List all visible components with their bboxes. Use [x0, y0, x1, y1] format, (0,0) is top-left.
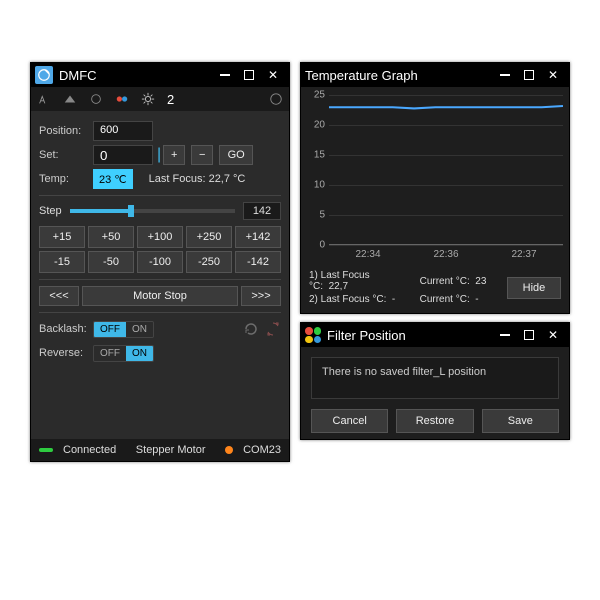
toolbar-count: 2	[167, 92, 174, 107]
close-button[interactable]	[541, 66, 565, 84]
backlash-on[interactable]: ON	[126, 322, 153, 337]
connected-led-icon	[39, 448, 53, 452]
maximize-button[interactable]	[517, 66, 541, 84]
x-tick-label: 22:36	[433, 249, 458, 260]
backlash-toggle[interactable]: OFF ON	[93, 321, 154, 338]
close-button[interactable]	[261, 66, 285, 84]
step-button-grid: +15+50+100+250+142 -15-50-100-250-142	[39, 226, 281, 273]
minimize-button[interactable]	[493, 66, 517, 84]
status-motor: Stepper Motor	[126, 444, 215, 456]
titlebar[interactable]: DMFC	[31, 63, 289, 87]
info-icon[interactable]	[269, 92, 283, 106]
reverse-on[interactable]: ON	[126, 346, 153, 361]
restore-button[interactable]: Restore	[396, 409, 473, 433]
step-button[interactable]: -15	[39, 251, 85, 273]
link-icon[interactable]	[115, 92, 129, 106]
maximize-button[interactable]	[517, 326, 541, 344]
toolbar: 2	[31, 87, 289, 111]
temperature-graph-window: Temperature Graph 0510152025 22:3422:362…	[300, 62, 570, 314]
temperature-chart: 0510152025	[329, 95, 563, 245]
lf2-value: -	[392, 294, 395, 305]
step-label: Step	[39, 205, 62, 217]
forward-button[interactable]: >>>	[241, 286, 281, 306]
message-box: There is no saved filter_L position	[311, 357, 559, 399]
sync-icon[interactable]	[265, 321, 281, 337]
lf1-value: 22,7	[329, 281, 348, 292]
motor-stop-button[interactable]: Motor Stop	[82, 286, 238, 306]
y-tick-label: 25	[314, 90, 325, 101]
step-button[interactable]: +142	[235, 226, 281, 248]
x-tick-label: 22:34	[355, 249, 380, 260]
step-button[interactable]: -50	[88, 251, 134, 273]
step-slider[interactable]	[70, 209, 235, 213]
y-tick-label: 0	[319, 240, 325, 251]
y-tick-label: 5	[319, 210, 325, 221]
cur2-value: -	[475, 294, 478, 305]
step-button[interactable]: -100	[137, 251, 183, 273]
window-title: Filter Position	[327, 328, 487, 343]
message-text: There is no saved filter_L position	[322, 366, 486, 378]
minus-button[interactable]: −	[191, 145, 213, 165]
port-led-icon	[225, 446, 233, 454]
step-button[interactable]: +15	[39, 226, 85, 248]
step-value: 142	[243, 202, 281, 220]
chart-x-labels: 22:34 22:36 22:37	[329, 249, 563, 260]
status-bar: Connected Stepper Motor COM23	[31, 439, 289, 461]
gear-icon[interactable]	[141, 92, 155, 106]
temp-label: Temp:	[39, 173, 87, 185]
set-input[interactable]	[93, 145, 153, 165]
save-button[interactable]: Save	[482, 409, 559, 433]
cancel-button[interactable]: Cancel	[311, 409, 388, 433]
y-tick-label: 20	[314, 120, 325, 131]
reverse-toggle[interactable]: OFF ON	[93, 345, 154, 362]
y-tick-label: 10	[314, 180, 325, 191]
titlebar[interactable]: Temperature Graph	[301, 63, 569, 87]
circle-icon[interactable]	[89, 92, 103, 106]
refresh-icon[interactable]	[243, 321, 259, 337]
rewind-button[interactable]: <<<	[39, 286, 79, 306]
backlash-off[interactable]: OFF	[94, 322, 126, 337]
backlash-label: Backlash:	[39, 323, 87, 335]
reverse-label: Reverse:	[39, 347, 87, 359]
step-button[interactable]: -250	[186, 251, 232, 273]
window-title: DMFC	[59, 68, 207, 83]
status-connected: Connected	[63, 444, 116, 456]
lf2-label: 2) Last Focus °C:	[309, 294, 386, 305]
cur2-label: Current °C:	[420, 294, 470, 305]
app-icon	[35, 66, 53, 84]
hide-button[interactable]: Hide	[507, 277, 561, 299]
maximize-button[interactable]	[237, 66, 261, 84]
plus-button[interactable]: +	[163, 145, 185, 165]
step-button[interactable]: +100	[137, 226, 183, 248]
temp-value: 23 ℃	[93, 169, 133, 189]
x-tick-label: 22:37	[511, 249, 536, 260]
y-tick-label: 15	[314, 150, 325, 161]
set-label: Set:	[39, 149, 87, 161]
minimize-button[interactable]	[493, 326, 517, 344]
go-button[interactable]: GO	[219, 145, 253, 165]
titlebar[interactable]: Filter Position	[301, 323, 569, 347]
dmfc-window: DMFC 2 Position: 600 Set: | + − GO Temp:	[30, 62, 290, 462]
last-focus-label: Last Focus: 22,7 °C	[149, 173, 246, 185]
close-button[interactable]	[541, 326, 565, 344]
filter-position-window: Filter Position There is no saved filter…	[300, 322, 570, 440]
reverse-off[interactable]: OFF	[94, 346, 126, 361]
cur1-value: 23	[475, 276, 486, 287]
status-port: COM23	[243, 444, 281, 456]
minimize-button[interactable]	[213, 66, 237, 84]
cur1-label: Current °C:	[420, 276, 470, 287]
tool-icon[interactable]	[37, 92, 51, 106]
position-value: 600	[93, 121, 153, 141]
position-label: Position:	[39, 125, 87, 137]
filter-icon	[305, 327, 321, 343]
caret-indicator: |	[157, 146, 161, 164]
window-title: Temperature Graph	[305, 68, 487, 83]
step-button[interactable]: +250	[186, 226, 232, 248]
expand-icon[interactable]	[63, 92, 77, 106]
step-button[interactable]: -142	[235, 251, 281, 273]
step-button[interactable]: +50	[88, 226, 134, 248]
